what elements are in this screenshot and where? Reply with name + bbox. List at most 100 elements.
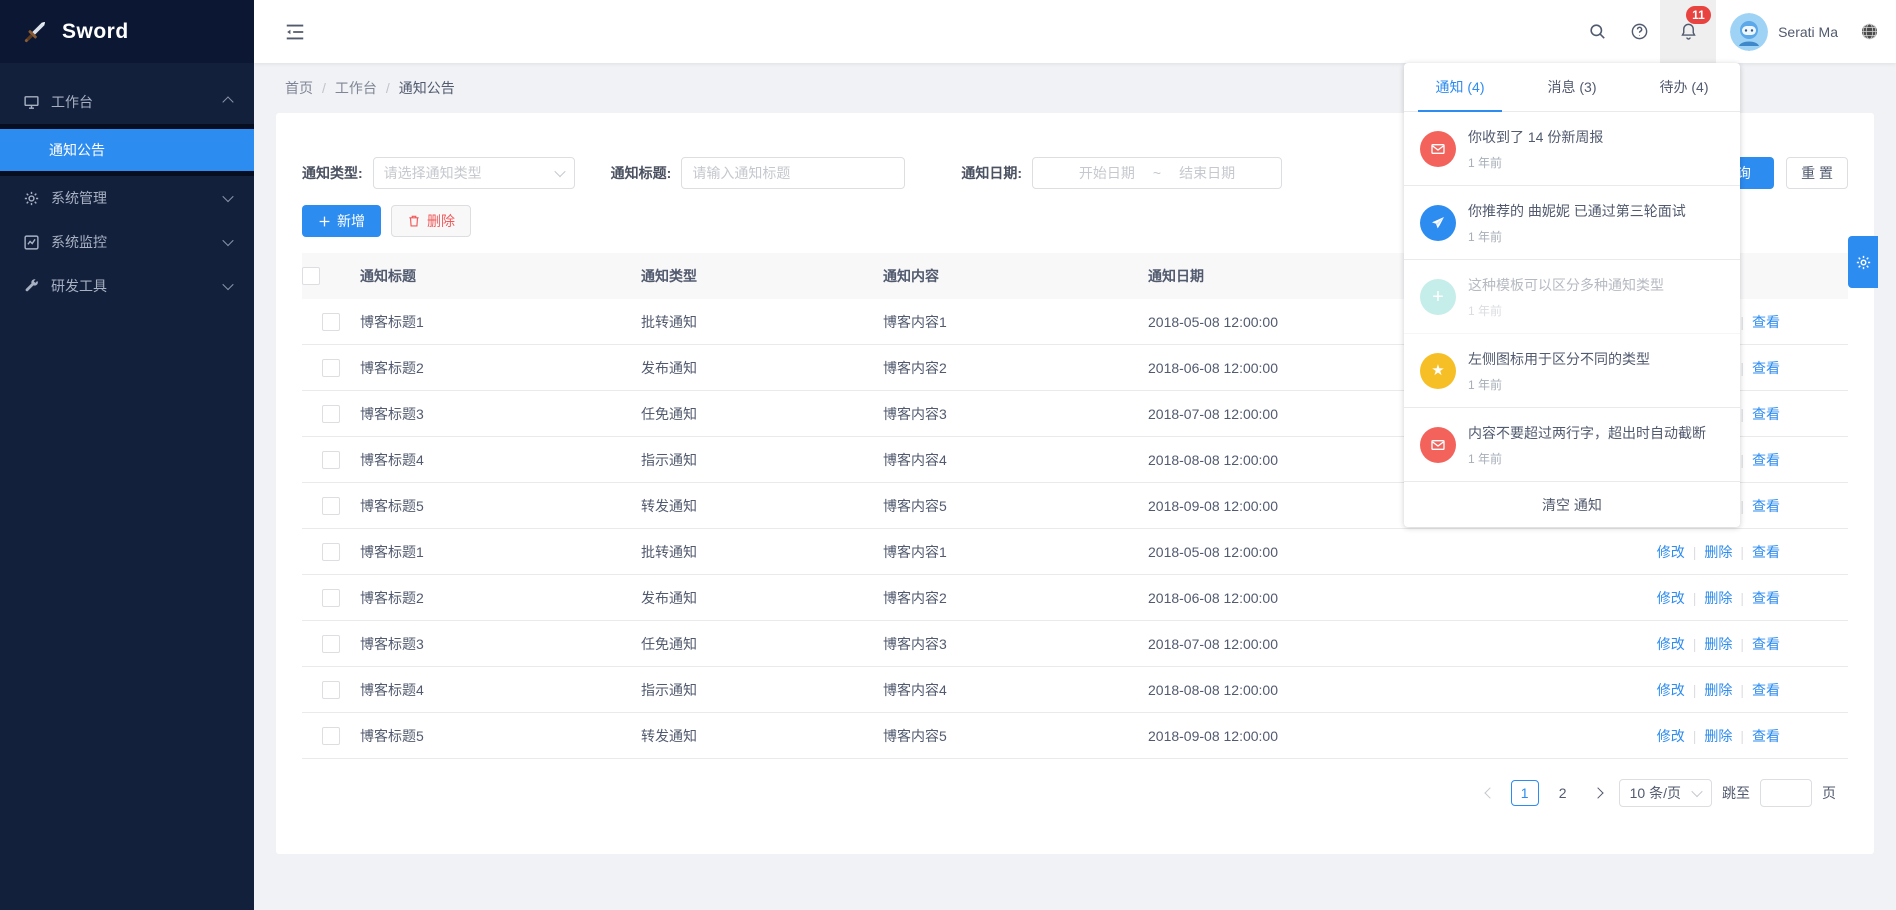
theme-settings-button[interactable] <box>1848 236 1878 288</box>
notice-title-label: 通知标题: <box>611 163 672 183</box>
cell-title: 博客标题4 <box>360 667 641 713</box>
sidebar-item-label: 系统监控 <box>51 232 107 252</box>
view-link[interactable]: 查看 <box>1752 636 1780 652</box>
jump-page-input[interactable] <box>1760 779 1812 807</box>
edit-link[interactable]: 修改 <box>1657 544 1685 560</box>
add-button[interactable]: 新增 <box>302 205 381 237</box>
cell-title: 博客标题3 <box>360 621 641 667</box>
delete-link[interactable]: 删除 <box>1704 544 1732 560</box>
notification-item[interactable]: + 这种模板可以区分多种通知类型 1 年前 <box>1404 260 1740 334</box>
sidebar: Sword 工作台 通知公告 <box>0 0 254 910</box>
page-button-2[interactable]: 2 <box>1549 780 1577 806</box>
row-checkbox[interactable] <box>322 589 340 607</box>
active-tab-underline <box>1418 110 1502 112</box>
table-row: 博客标题2 发布通知 博客内容2 2018-06-08 12:00:00 修改|… <box>302 575 1848 621</box>
tab-todos[interactable]: 待办 (4) <box>1628 63 1740 111</box>
cell-actions: 修改|删除|查看 <box>1560 713 1848 759</box>
row-checkbox[interactable] <box>322 727 340 745</box>
notifications-button[interactable]: 11 <box>1660 0 1716 63</box>
view-link[interactable]: 查看 <box>1752 590 1780 606</box>
tab-messages[interactable]: 消息 (3) <box>1516 63 1628 111</box>
sidebar-item-notice[interactable]: 通知公告 <box>0 129 254 171</box>
row-checkbox[interactable] <box>322 497 340 515</box>
workbench-submenu: 通知公告 <box>0 124 254 176</box>
edit-link[interactable]: 修改 <box>1657 636 1685 652</box>
row-checkbox[interactable] <box>322 451 340 469</box>
sidebar-item-label: 通知公告 <box>49 140 105 160</box>
cell-type: 发布通知 <box>641 575 883 621</box>
logo[interactable]: Sword <box>0 0 254 63</box>
notification-item[interactable]: ★ 左侧图标用于区分不同的类型 1 年前 <box>1404 334 1740 408</box>
row-checkbox[interactable] <box>322 543 340 561</box>
cell-title: 博客标题5 <box>360 713 641 759</box>
delete-link[interactable]: 删除 <box>1704 636 1732 652</box>
page-button-1[interactable]: 1 <box>1511 780 1539 806</box>
sidebar-item-system-monitor[interactable]: 系统监控 <box>0 220 254 264</box>
delete-link[interactable]: 删除 <box>1704 590 1732 606</box>
row-checkbox[interactable] <box>322 635 340 653</box>
cell-content: 博客内容2 <box>883 575 1148 621</box>
notification-title: 你收到了 14 份新周报 <box>1468 127 1603 147</box>
sidebar-item-workbench[interactable]: 工作台 <box>0 80 254 124</box>
notification-item[interactable]: 你推荐的 曲妮妮 已通过第三轮面试 1 年前 <box>1404 186 1740 260</box>
search-icon[interactable] <box>1576 0 1618 63</box>
breadcrumb-separator: / <box>322 80 326 96</box>
notification-time: 1 年前 <box>1468 228 1686 245</box>
notification-item[interactable]: 你收到了 14 份新周报 1 年前 <box>1404 112 1740 186</box>
row-checkbox[interactable] <box>322 681 340 699</box>
pagination: 1 2 10 条/页 跳至 页 <box>302 779 1848 807</box>
view-link[interactable]: 查看 <box>1752 452 1780 468</box>
breadcrumb-home[interactable]: 首页 <box>285 78 313 98</box>
delete-link[interactable]: 删除 <box>1704 728 1732 744</box>
breadcrumb-workbench[interactable]: 工作台 <box>335 78 377 98</box>
notice-date-range[interactable]: 开始日期 ~ 结束日期 <box>1032 157 1282 189</box>
menu-fold-icon[interactable] <box>284 21 306 43</box>
edit-link[interactable]: 修改 <box>1657 590 1685 606</box>
table-row: 博客标题1 批转通知 博客内容1 2018-05-08 12:00:00 修改|… <box>302 529 1848 575</box>
bell-icon <box>1679 22 1698 41</box>
cell-content: 博客内容2 <box>883 345 1148 391</box>
view-link[interactable]: 查看 <box>1752 498 1780 514</box>
user-name[interactable]: Serati Ma <box>1778 24 1838 40</box>
delete-link[interactable]: 删除 <box>1704 682 1732 698</box>
mail-icon <box>1420 427 1456 463</box>
reset-button[interactable]: 重 置 <box>1786 157 1848 189</box>
avatar[interactable] <box>1730 13 1768 51</box>
view-link[interactable]: 查看 <box>1752 314 1780 330</box>
edit-link[interactable]: 修改 <box>1657 682 1685 698</box>
trash-icon <box>407 214 421 228</box>
prev-page-button[interactable] <box>1479 789 1501 797</box>
view-link[interactable]: 查看 <box>1752 406 1780 422</box>
clear-notifications-button[interactable]: 清空 通知 <box>1404 482 1740 527</box>
sidebar-item-system-admin[interactable]: 系统管理 <box>0 176 254 220</box>
view-link[interactable]: 查看 <box>1752 682 1780 698</box>
cell-type: 转发通知 <box>641 713 883 759</box>
delete-button[interactable]: 删除 <box>391 205 471 237</box>
select-all-checkbox[interactable] <box>302 267 320 285</box>
date-end-placeholder: 结束日期 <box>1179 163 1235 183</box>
cell-title: 博客标题1 <box>360 529 641 575</box>
row-checkbox[interactable] <box>322 313 340 331</box>
view-link[interactable]: 查看 <box>1752 728 1780 744</box>
notice-date-label: 通知日期: <box>961 163 1022 183</box>
tab-notifications[interactable]: 通知 (4) <box>1404 63 1516 111</box>
help-icon[interactable] <box>1618 0 1660 63</box>
notification-item[interactable]: 内容不要超过两行字，超出时自动截断 1 年前 <box>1404 408 1740 482</box>
cell-title: 博客标题2 <box>360 575 641 621</box>
view-link[interactable]: 查看 <box>1752 544 1780 560</box>
edit-link[interactable]: 修改 <box>1657 728 1685 744</box>
sidebar-item-dev-tools[interactable]: 研发工具 <box>0 264 254 308</box>
language-globe-icon[interactable] <box>1848 0 1890 63</box>
cell-type: 任免通知 <box>641 621 883 667</box>
row-checkbox[interactable] <box>322 359 340 377</box>
notice-title-input[interactable] <box>681 157 905 189</box>
page-size-select[interactable]: 10 条/页 <box>1619 779 1712 807</box>
cell-content: 博客内容5 <box>883 483 1148 529</box>
notification-title: 左侧图标用于区分不同的类型 <box>1468 349 1650 369</box>
notice-type-select[interactable]: 请选择通知类型 <box>373 157 575 189</box>
row-checkbox[interactable] <box>322 405 340 423</box>
next-page-button[interactable] <box>1587 789 1609 797</box>
jump-label: 跳至 <box>1722 783 1750 803</box>
cell-actions: 修改|删除|查看 <box>1560 667 1848 713</box>
view-link[interactable]: 查看 <box>1752 360 1780 376</box>
